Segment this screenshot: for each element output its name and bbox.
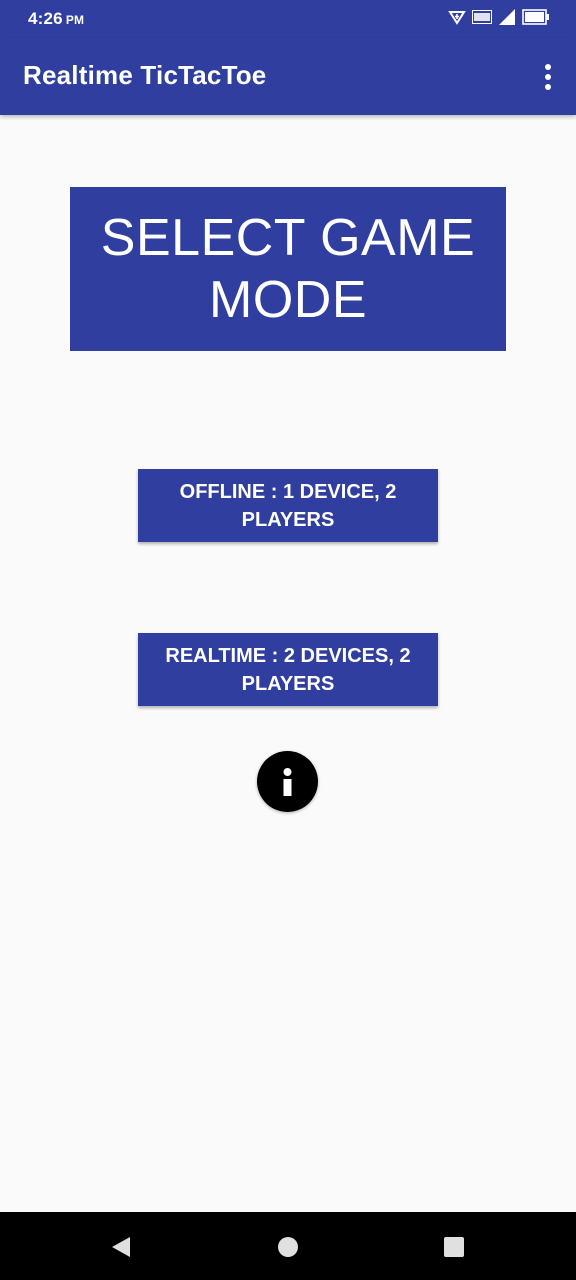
home-icon[interactable]: [273, 1232, 303, 1262]
menu-dot: [545, 84, 551, 90]
volte-icon: [472, 9, 492, 29]
more-vert-icon[interactable]: [538, 60, 558, 94]
data-saver-icon: [448, 8, 466, 31]
back-icon[interactable]: [106, 1232, 136, 1262]
offline-mode-button[interactable]: OFFLINE : 1 DEVICE, 2 PLAYERS: [138, 469, 438, 542]
realtime-mode-button[interactable]: REALTIME : 2 DEVICES, 2 PLAYERS: [138, 633, 438, 706]
info-button[interactable]: [257, 751, 318, 812]
menu-dot: [545, 74, 551, 80]
status-time-value: 4:26: [28, 9, 63, 28]
signal-icon: [498, 8, 516, 31]
battery-icon: [522, 8, 550, 30]
info-icon: [283, 768, 292, 796]
nav-bar: [0, 1212, 576, 1280]
select-game-mode-heading: SELECT GAME MODE: [70, 187, 506, 351]
status-bar: 4:26 PM: [0, 0, 576, 38]
status-time-ampm: PM: [65, 13, 85, 27]
menu-dot: [545, 64, 551, 70]
status-icons: [448, 8, 550, 31]
app-title: Realtime TicTacToe: [23, 60, 267, 90]
recents-icon[interactable]: [439, 1232, 469, 1262]
status-time: 4:26 PM: [28, 9, 84, 29]
app-bar: Realtime TicTacToe: [0, 38, 576, 115]
